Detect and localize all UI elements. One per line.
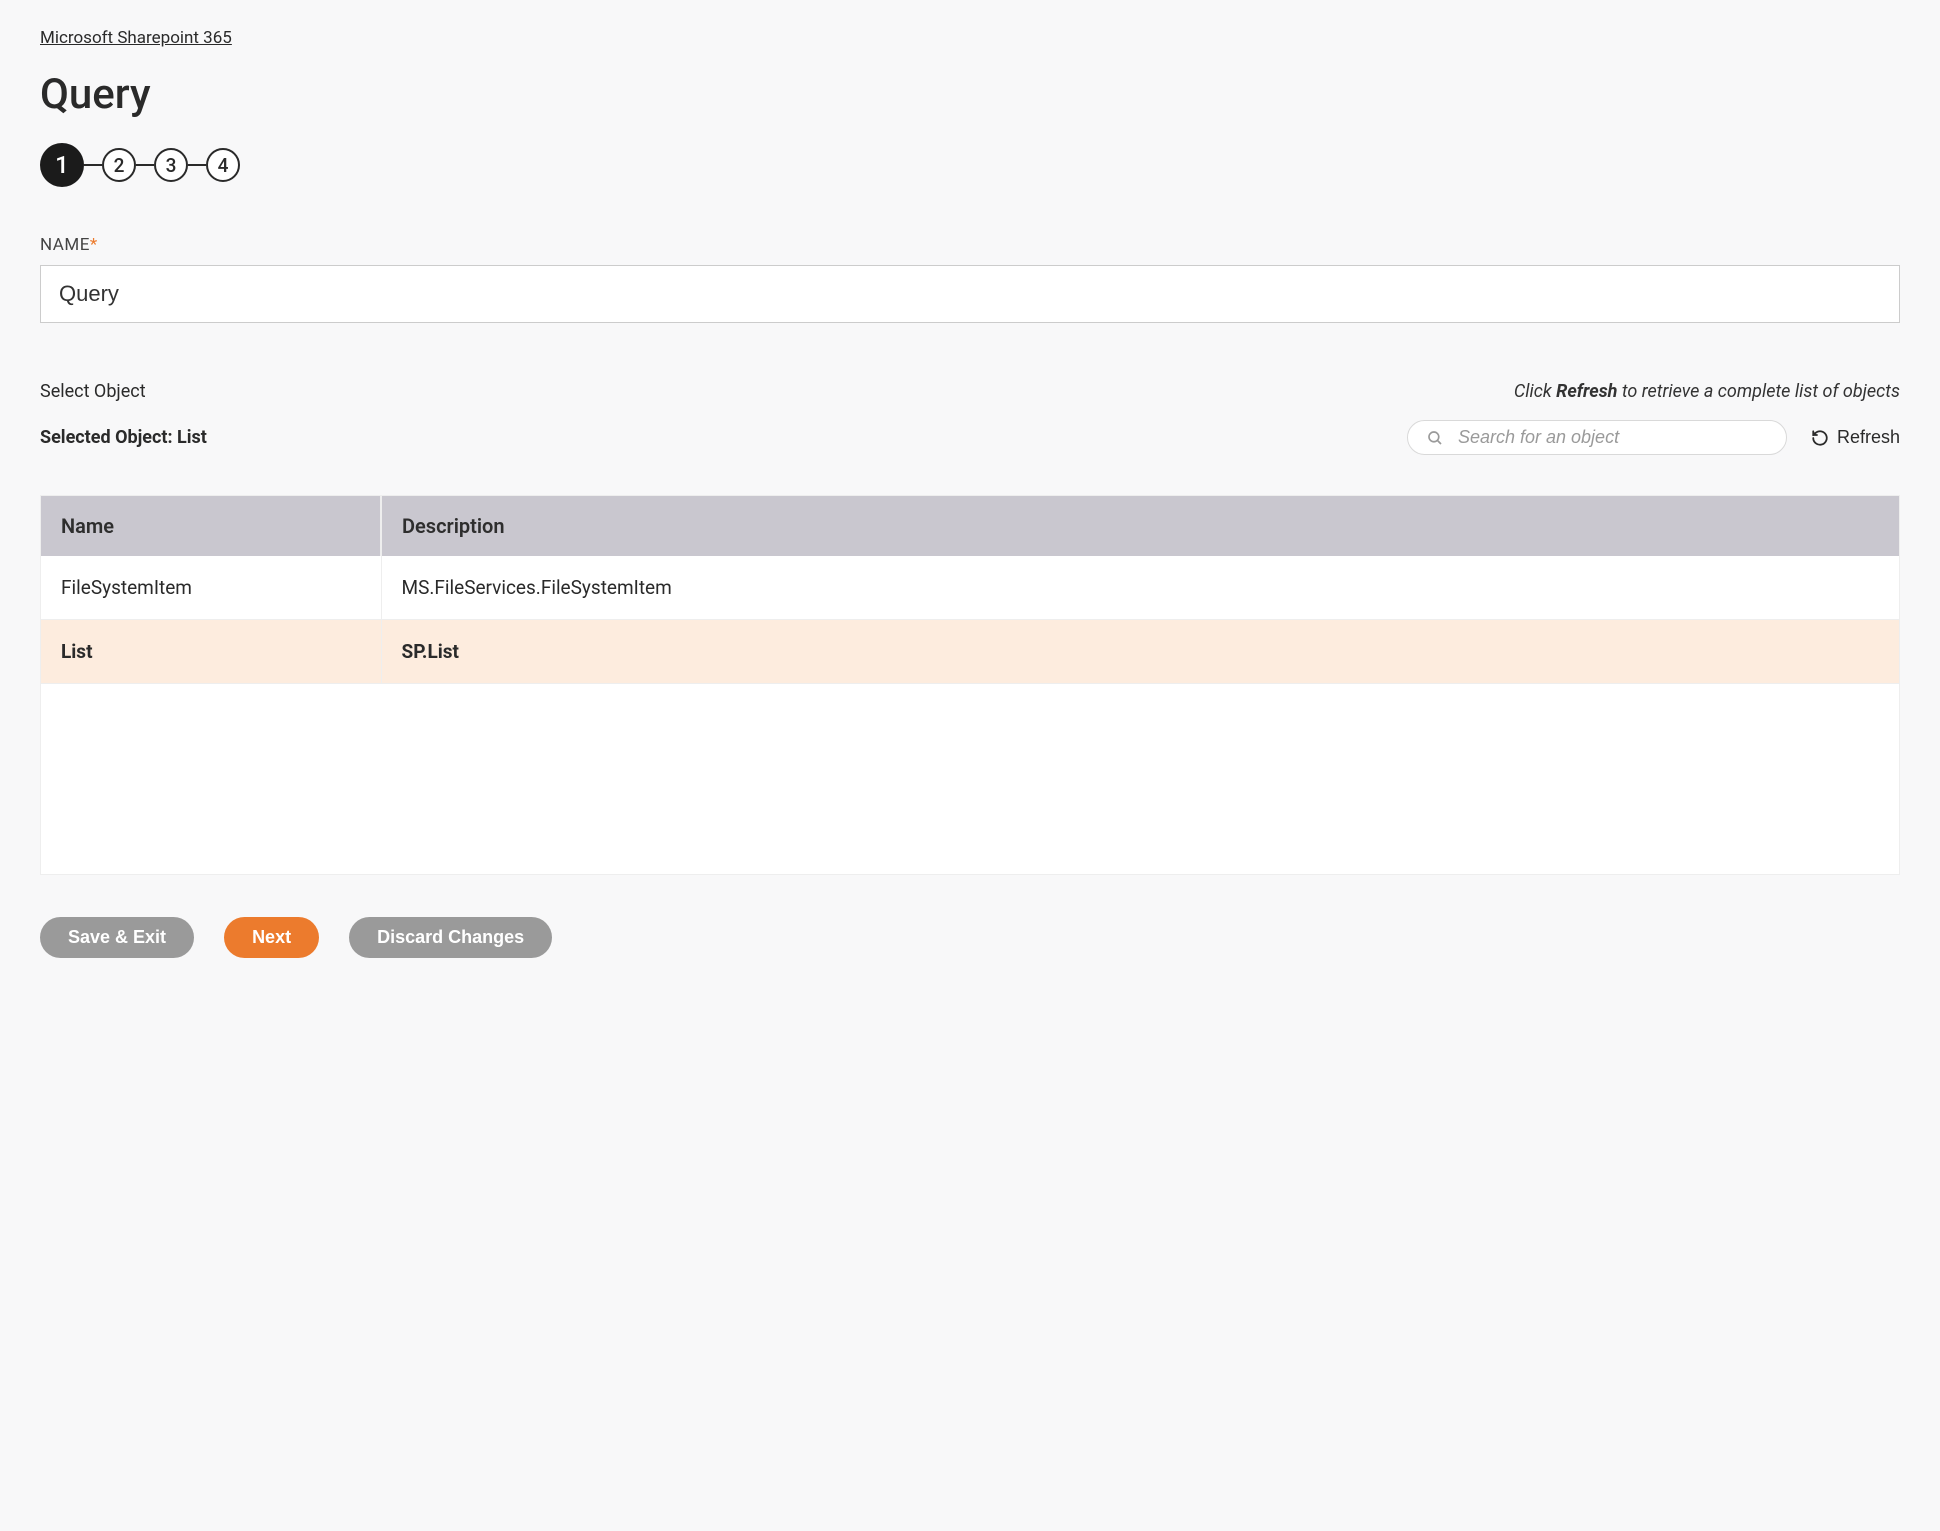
breadcrumb: Microsoft Sharepoint 365 — [40, 28, 1900, 48]
save-exit-button[interactable]: Save & Exit — [40, 917, 194, 958]
step-3[interactable]: 3 — [154, 148, 188, 182]
cell-name: List — [41, 620, 381, 684]
action-bar: Save & Exit Next Discard Changes — [40, 917, 1900, 958]
column-header-name[interactable]: Name — [41, 496, 381, 556]
refresh-button[interactable]: Refresh — [1811, 427, 1900, 448]
page-title: Query — [40, 70, 1900, 119]
name-field-label: NAME* — [40, 235, 1900, 255]
search-object-field[interactable] — [1407, 420, 1787, 455]
step-connector — [188, 164, 206, 166]
table-row[interactable]: FileSystemItem MS.FileServices.FileSyste… — [41, 556, 1899, 620]
wizard-stepper: 1 2 3 4 — [40, 143, 1900, 187]
step-connector — [136, 164, 154, 166]
search-icon — [1426, 429, 1444, 447]
step-4[interactable]: 4 — [206, 148, 240, 182]
select-object-label: Select Object — [40, 381, 146, 402]
name-input[interactable] — [40, 265, 1900, 323]
selected-object-label: Selected Object: List — [40, 427, 207, 448]
refresh-hint: Click Refresh to retrieve a complete lis… — [1514, 381, 1900, 402]
step-1[interactable]: 1 — [40, 143, 84, 187]
step-connector — [84, 164, 102, 166]
search-input[interactable] — [1458, 427, 1768, 448]
object-table: Name Description FileSystemItem MS.FileS… — [40, 495, 1900, 875]
table-header-row: Name Description — [41, 496, 1899, 556]
cell-description: MS.FileServices.FileSystemItem — [381, 556, 1899, 620]
cell-name: FileSystemItem — [41, 556, 381, 620]
refresh-icon — [1811, 429, 1829, 447]
next-button[interactable]: Next — [224, 917, 319, 958]
step-2[interactable]: 2 — [102, 148, 136, 182]
breadcrumb-link[interactable]: Microsoft Sharepoint 365 — [40, 28, 232, 48]
table-row[interactable]: List SP.List — [41, 620, 1899, 684]
required-indicator: * — [90, 235, 98, 255]
column-header-description[interactable]: Description — [381, 496, 1899, 556]
cell-description: SP.List — [381, 620, 1899, 684]
discard-changes-button[interactable]: Discard Changes — [349, 917, 552, 958]
